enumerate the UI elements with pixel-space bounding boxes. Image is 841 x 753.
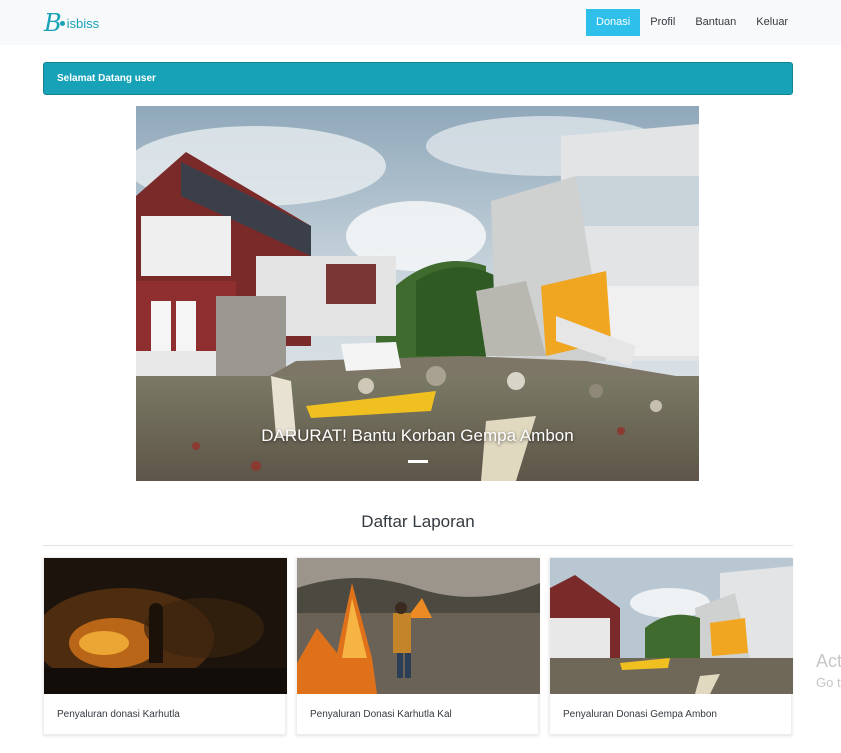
- nav-item-keluar[interactable]: Keluar: [746, 9, 798, 36]
- report-card-karhutla-kal[interactable]: Penyaluran Donasi Karhutla Kal: [296, 557, 540, 735]
- nav-item-bantuan[interactable]: Bantuan: [685, 9, 746, 36]
- card-image-burning-field: [297, 558, 540, 694]
- section-divider: [43, 545, 793, 546]
- brand-name: isbiss: [66, 15, 100, 31]
- section-title: Daftar Laporan: [361, 512, 475, 531]
- carousel-caption: DARURAT! Bantu Korban Gempa Ambon: [261, 426, 574, 445]
- report-card-gempa-ambon[interactable]: Penyaluran Donasi Gempa Ambon: [549, 557, 793, 735]
- carousel-image: [136, 106, 699, 481]
- carousel-indicator[interactable]: [408, 460, 428, 463]
- navbar: B isbiss Donasi Profil Bantuan Keluar: [0, 0, 841, 45]
- activation-watermark-subtitle: Go t: [816, 675, 841, 690]
- nav-item-profil[interactable]: Profil: [640, 9, 685, 36]
- card-title: Penyaluran Donasi Karhutla Kal: [310, 709, 452, 720]
- nav-menu: Donasi Profil Bantuan Keluar: [586, 9, 798, 36]
- report-card-karhutla[interactable]: Penyaluran donasi Karhutla: [43, 557, 287, 735]
- brand-logo[interactable]: B isbiss: [44, 9, 99, 37]
- card-title: Penyaluran donasi Karhutla: [57, 709, 180, 720]
- card-image-fire: [44, 558, 287, 694]
- carousel[interactable]: DARURAT! Bantu Korban Gempa Ambon: [136, 106, 699, 481]
- nav-item-donasi[interactable]: Donasi: [586, 9, 641, 36]
- brand-dot-icon: [59, 20, 65, 26]
- welcome-alert: Selamat Datang user: [43, 62, 793, 95]
- activation-watermark-title: Act: [816, 651, 841, 671]
- card-image-earthquake: [550, 558, 793, 694]
- card-title: Penyaluran Donasi Gempa Ambon: [563, 709, 717, 720]
- brand-logo-letter: B: [44, 9, 62, 37]
